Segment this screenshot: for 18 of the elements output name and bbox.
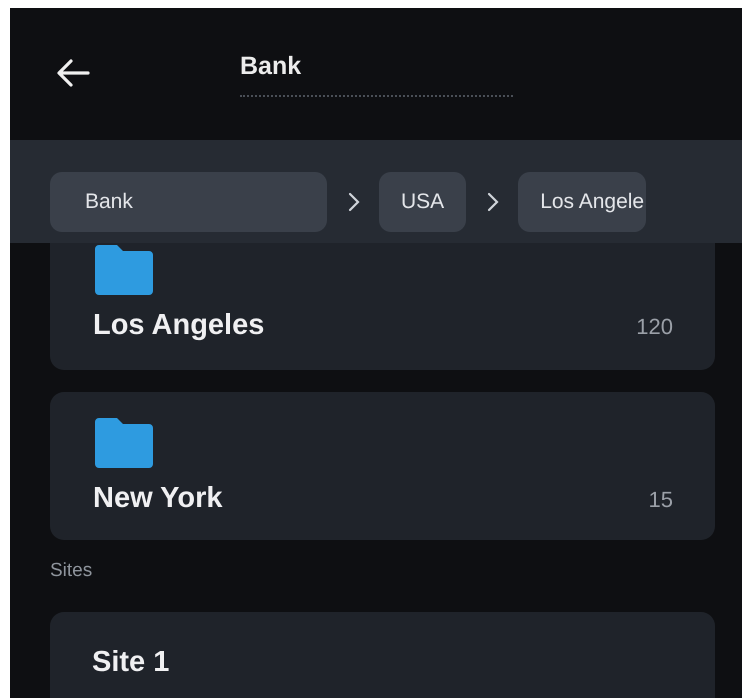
breadcrumb-chip[interactable]: USA — [379, 172, 466, 232]
section-heading: Sites — [50, 560, 94, 582]
site-card[interactable]: Site 1 — [50, 612, 715, 698]
back-arrow-icon — [56, 58, 90, 88]
title-field[interactable]: Bank — [240, 52, 513, 97]
chevron-icon — [486, 190, 500, 212]
folder-card[interactable]: Los Angeles 120 — [50, 243, 715, 370]
folder-icon — [93, 243, 155, 297]
site-name: Site 1 — [92, 646, 170, 678]
folder-name: New York — [93, 482, 222, 515]
folder-name: Los Angeles — [93, 309, 264, 342]
chevron-icon — [347, 190, 361, 212]
breadcrumb-chip[interactable]: Bank — [50, 172, 327, 232]
item-count: 15 — [648, 487, 673, 513]
folder-icon — [93, 416, 155, 470]
breadcrumb-chip[interactable]: Los Angele — [518, 172, 646, 232]
item-count: 120 — [636, 314, 673, 340]
folder-card[interactable]: New York 15 — [50, 392, 715, 540]
